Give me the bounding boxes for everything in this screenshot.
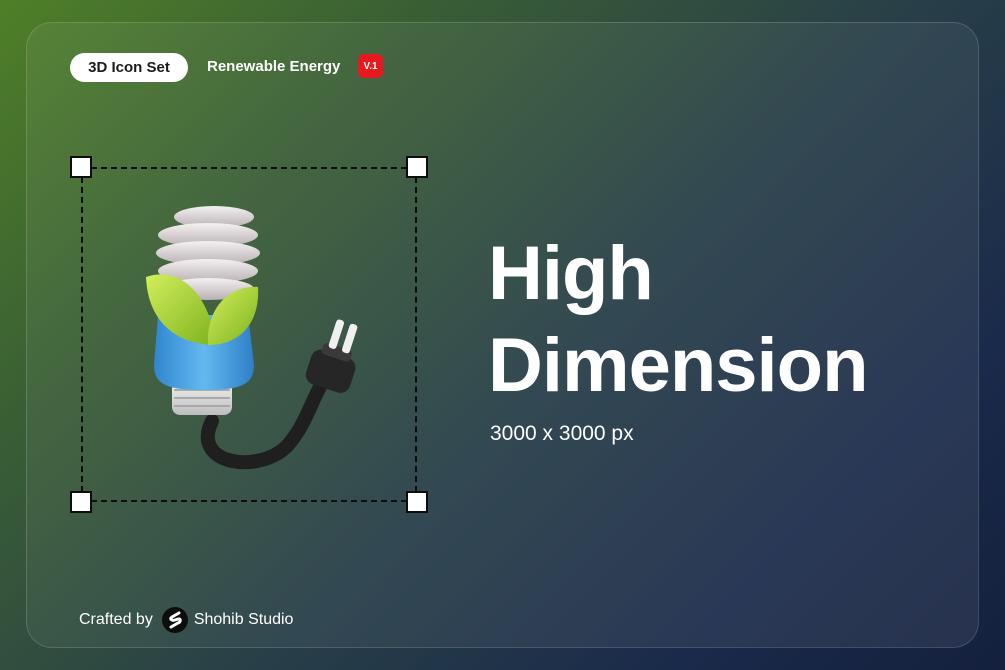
crafted-by-label: Crafted by	[79, 611, 153, 628]
resize-handle-top-right[interactable]	[406, 156, 428, 178]
pack-subtitle: Renewable Energy	[207, 58, 341, 75]
eco-bulb-plug-icon	[146, 206, 358, 470]
headline-line-1: High	[488, 231, 654, 316]
version-badge: V.1	[358, 54, 383, 78]
footer-credit: Crafted by Shohib Studio	[79, 606, 293, 634]
headline-line-2: Dimension	[488, 323, 868, 408]
shohib-logo-icon	[161, 607, 188, 633]
resize-handle-bottom-left[interactable]	[70, 491, 92, 513]
headline: High Dimension	[488, 228, 868, 412]
dimension-text: 3000 x 3000 px	[490, 422, 634, 445]
resize-handle-top-left[interactable]	[70, 156, 92, 178]
resize-handle-bottom-right[interactable]	[406, 491, 428, 513]
icon-set-pill: 3D Icon Set	[70, 53, 188, 82]
studio-name: Shohib Studio	[193, 611, 294, 628]
